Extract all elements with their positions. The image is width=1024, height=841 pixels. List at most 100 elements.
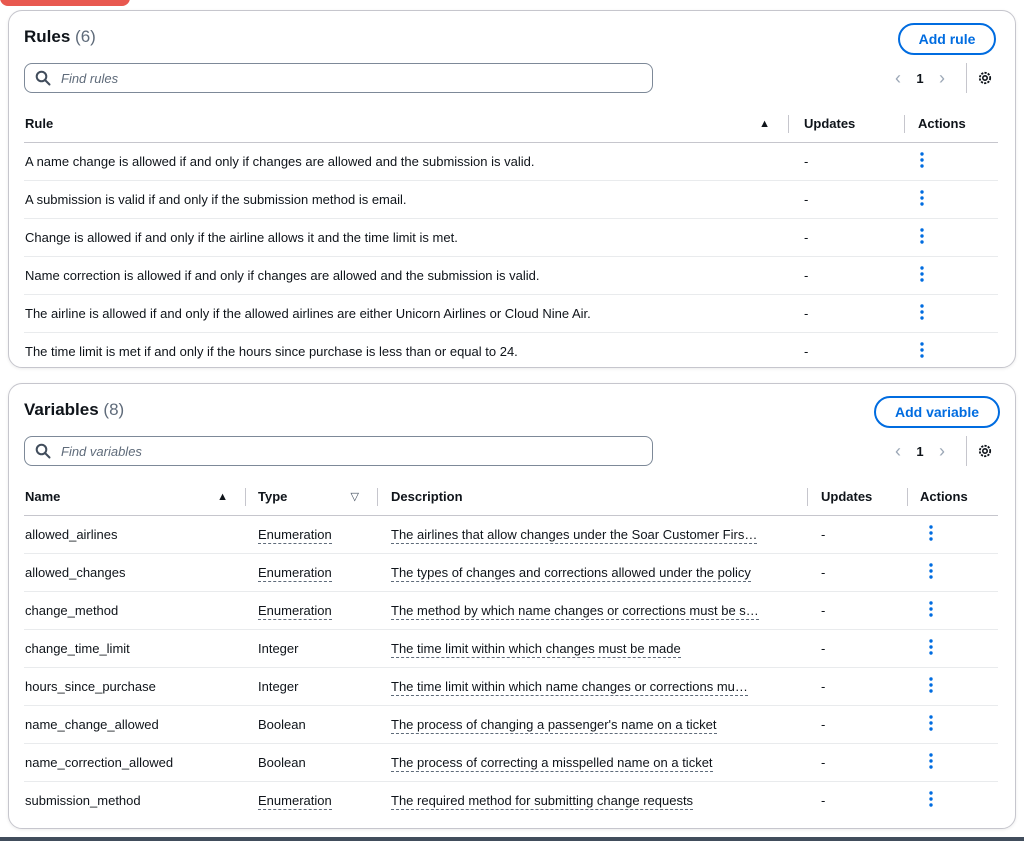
table-row[interactable]: name_change_allowed Boolean The process … [24, 705, 998, 744]
variable-actions [902, 553, 998, 592]
table-row[interactable]: Change is allowed if and only if the air… [24, 218, 998, 257]
rule-updates: - [782, 142, 900, 181]
variable-type-label[interactable]: Enumeration [258, 526, 332, 544]
variable-updates: - [801, 591, 902, 630]
sort-unsorted-icon[interactable]: ▽ [351, 490, 359, 503]
kebab-menu-icon[interactable] [929, 676, 933, 693]
rules-page-number[interactable]: 1 [910, 71, 930, 86]
pagination-divider [966, 436, 967, 466]
gear-icon[interactable] [977, 70, 993, 86]
table-row[interactable]: name_correction_allowed Boolean The proc… [24, 743, 998, 782]
table-row[interactable]: Name correction is allowed if and only i… [24, 256, 998, 295]
variable-updates: - [801, 743, 902, 782]
variable-description-text[interactable]: The types of changes and corrections all… [391, 564, 751, 582]
kebab-menu-icon[interactable] [929, 752, 933, 769]
table-row[interactable]: change_time_limit Integer The time limit… [24, 629, 998, 668]
column-header-label: Name [25, 489, 61, 505]
column-header-label: Type [258, 489, 288, 505]
chevron-left-icon[interactable]: ‹ [886, 441, 910, 462]
column-header-rule[interactable]: Rule ▲ [24, 106, 782, 143]
variable-updates: - [801, 553, 902, 592]
variable-description: The method by which name changes or corr… [371, 591, 801, 630]
variable-description-text[interactable]: The process of correcting a misspelled n… [391, 754, 713, 772]
add-rule-button[interactable]: Add rule [898, 23, 996, 55]
kebab-menu-icon[interactable] [929, 714, 933, 731]
variable-name: hours_since_purchase [24, 667, 240, 706]
kebab-menu-icon[interactable] [929, 791, 933, 807]
variable-type-label[interactable]: Enumeration [258, 602, 332, 620]
kebab-menu-icon[interactable] [920, 342, 924, 358]
column-header-updates: Updates [801, 479, 902, 516]
rule-text: Name correction is allowed if and only i… [24, 256, 782, 295]
kebab-menu-icon[interactable] [929, 638, 933, 655]
variable-type: Enumeration [240, 781, 371, 819]
chevron-left-icon[interactable]: ‹ [886, 68, 910, 89]
kebab-menu-icon[interactable] [920, 303, 924, 320]
variable-type-label[interactable]: Enumeration [258, 564, 332, 582]
variable-description-text[interactable]: The time limit within which changes must… [391, 640, 681, 658]
variables-search [24, 436, 653, 466]
variable-description-text[interactable]: The required method for submitting chang… [391, 792, 694, 810]
rules-table: Rule ▲ Updates Actions A name change is a… [24, 106, 998, 370]
sort-ascending-icon[interactable]: ▲ [759, 118, 770, 130]
variable-name: name_change_allowed [24, 705, 240, 744]
variable-actions [902, 781, 998, 819]
rule-updates: - [782, 180, 900, 219]
variable-type-label: Integer [258, 678, 299, 694]
column-header-name[interactable]: Name ▲ [24, 479, 240, 516]
rule-actions [900, 218, 998, 257]
rules-title-text: Rules [24, 27, 71, 46]
rules-search [24, 63, 653, 93]
column-header-label: Rule [25, 116, 54, 132]
rule-actions [900, 256, 998, 295]
variable-description-text[interactable]: The method by which name changes or corr… [391, 602, 759, 620]
table-row[interactable]: A submission is valid if and only if the… [24, 180, 998, 219]
kebab-menu-icon[interactable] [920, 265, 924, 282]
variable-description: The process of correcting a misspelled n… [371, 743, 801, 782]
variable-type-label[interactable]: Enumeration [258, 792, 332, 810]
column-header-description: Description [371, 479, 801, 516]
table-row[interactable]: allowed_changes Enumeration The types of… [24, 553, 998, 592]
table-row[interactable]: A name change is allowed if and only if … [24, 142, 998, 181]
table-row[interactable]: hours_since_purchase Integer The time li… [24, 667, 998, 706]
search-icon [35, 443, 51, 459]
variable-description-text[interactable]: The time limit within which name changes… [391, 678, 748, 696]
rule-actions [900, 142, 998, 181]
bottom-edge [0, 837, 1024, 841]
chevron-right-icon[interactable]: › [930, 441, 954, 462]
column-header-label: Updates [821, 489, 873, 505]
column-header-actions: Actions [900, 106, 998, 143]
rules-count: (6) [75, 27, 96, 46]
kebab-menu-icon[interactable] [929, 600, 933, 617]
chevron-right-icon[interactable]: › [930, 68, 954, 89]
variables-header-row: Name ▲ Type ▽ Description Updates Actions [24, 479, 998, 516]
gear-icon[interactable] [977, 443, 993, 459]
rule-text: The airline is allowed if and only if th… [24, 294, 782, 333]
table-row[interactable]: change_method Enumeration The method by … [24, 591, 998, 630]
variables-page-number[interactable]: 1 [910, 444, 930, 459]
kebab-menu-icon[interactable] [929, 562, 933, 579]
rule-text: The time limit is met if and only if the… [25, 343, 518, 359]
rule-actions [900, 180, 998, 219]
rule-actions [900, 332, 998, 370]
variable-description-text[interactable]: The process of changing a passenger's na… [391, 716, 717, 734]
variable-updates: - [801, 667, 902, 706]
table-row[interactable]: The time limit is met if and only if the… [24, 332, 998, 370]
table-row[interactable]: allowed_airlines Enumeration The airline… [24, 515, 998, 554]
kebab-menu-icon[interactable] [920, 189, 924, 206]
column-header-type[interactable]: Type ▽ [240, 479, 371, 516]
rules-search-input[interactable] [59, 69, 619, 87]
table-row[interactable]: The airline is allowed if and only if th… [24, 294, 998, 333]
variable-name: allowed_airlines [24, 515, 240, 554]
add-variable-button[interactable]: Add variable [874, 396, 1000, 428]
variable-description-text[interactable]: The airlines that allow changes under th… [391, 526, 758, 544]
variable-type: Enumeration [240, 553, 371, 592]
kebab-menu-icon[interactable] [920, 227, 924, 244]
variables-search-input[interactable] [59, 442, 619, 460]
variable-name: change_time_limit [24, 629, 240, 668]
kebab-menu-icon[interactable] [929, 524, 933, 541]
table-row[interactable]: submission_method Enumeration The requir… [24, 781, 998, 819]
rule-actions [900, 294, 998, 333]
sort-ascending-icon[interactable]: ▲ [217, 491, 228, 503]
kebab-menu-icon[interactable] [920, 151, 924, 168]
